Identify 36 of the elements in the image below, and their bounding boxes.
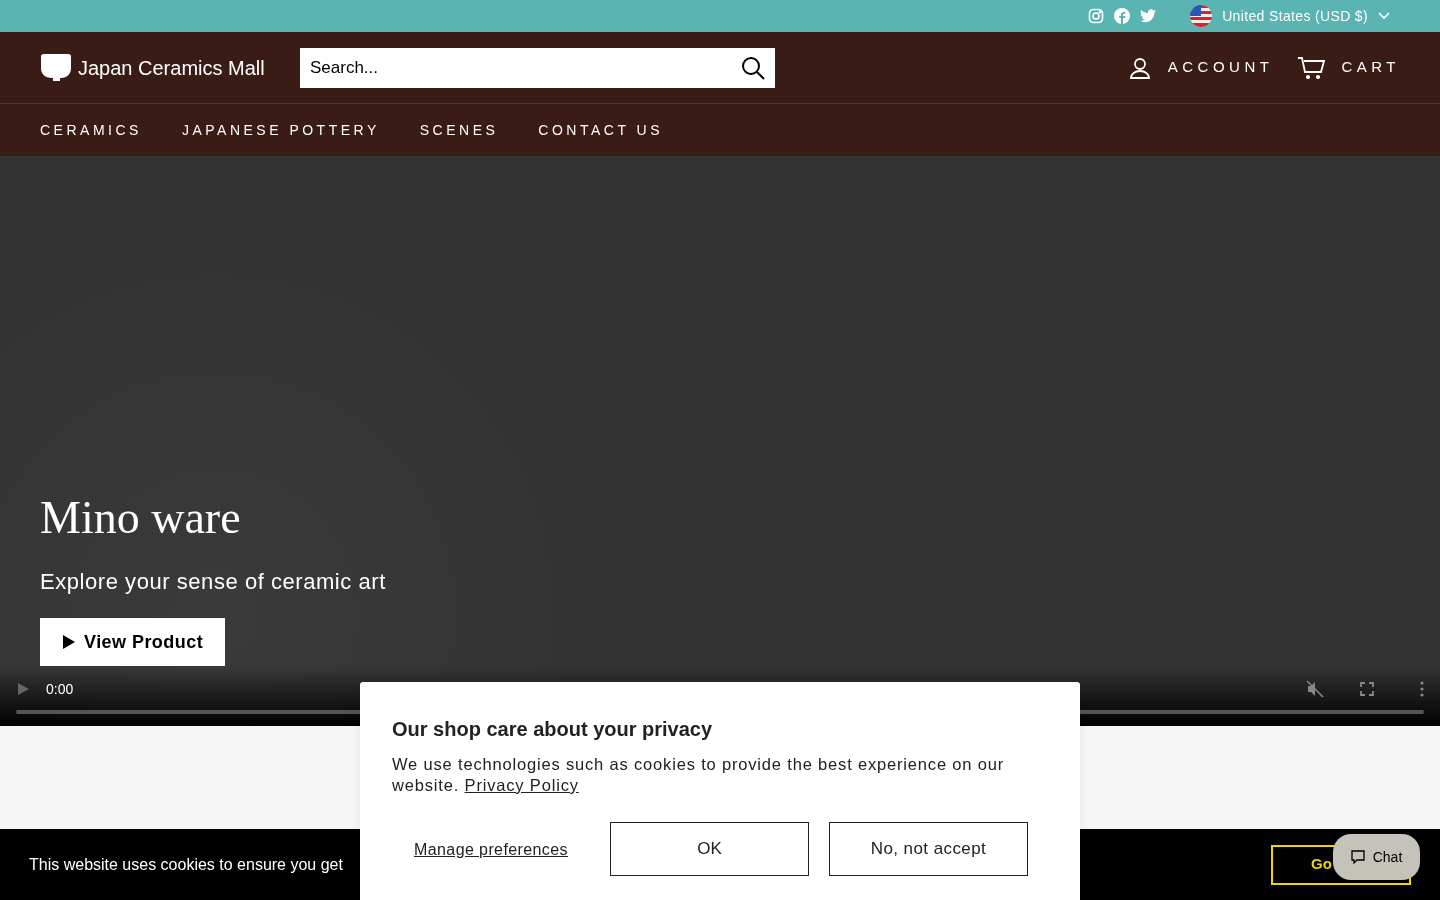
flag-icon xyxy=(1190,5,1213,27)
search-icon xyxy=(741,55,765,80)
chat-bubble-icon xyxy=(1350,850,1365,864)
view-product-button[interactable]: View Product xyxy=(40,618,226,666)
got-it-button[interactable]: Go xyxy=(1271,844,1332,885)
twitter-icon[interactable] xyxy=(1140,9,1157,23)
nav-link[interactable]: CERAMICS xyxy=(40,119,142,141)
cart-link[interactable]: CART xyxy=(1297,55,1400,80)
nav-link[interactable]: CONTACT US xyxy=(538,119,664,141)
cup-logo-icon xyxy=(40,53,72,82)
fullscreen-icon[interactable] xyxy=(1360,682,1374,696)
manage-preferences-link[interactable]: Manage preferences xyxy=(392,839,590,859)
cookie-message: This website uses cookies to ensure you get xyxy=(29,854,343,875)
video-time: 0:00 xyxy=(46,679,74,699)
logo-text: Japan Ceramics Mall xyxy=(78,55,265,81)
cart-icon xyxy=(1297,55,1326,80)
dialog-message: We use technologies such as cookies to provide the best experience on our website. Privacy Policy xyxy=(392,754,1006,796)
hero-subtitle: Explore your sense of ceramic art xyxy=(40,568,386,596)
decline-button[interactable]: No, not accept xyxy=(829,822,1028,876)
dialog-title: Our shop care about your privacy xyxy=(392,717,714,742)
account-link[interactable]: ACCOUNT xyxy=(1127,55,1274,80)
hero-title: Mino ware xyxy=(40,495,241,541)
facebook-icon[interactable] xyxy=(1114,8,1131,24)
muted-icon[interactable] xyxy=(1306,680,1324,698)
chevron-down-icon xyxy=(1378,12,1390,20)
person-icon xyxy=(1127,55,1152,80)
nav-link[interactable]: SCENES xyxy=(419,119,499,141)
play-icon[interactable] xyxy=(16,682,30,696)
ok-button[interactable]: OK xyxy=(610,822,809,876)
instagram-icon[interactable] xyxy=(1088,8,1105,24)
play-icon xyxy=(62,634,76,650)
logo[interactable]: Japan Ceramics Mall xyxy=(40,52,300,83)
more-icon[interactable] xyxy=(1420,681,1424,697)
nav-link[interactable]: JAPANESE POTTERY xyxy=(181,119,380,141)
chat-button[interactable]: Chat xyxy=(1333,834,1420,880)
privacy-policy-link[interactable]: Privacy Policy xyxy=(464,776,579,794)
